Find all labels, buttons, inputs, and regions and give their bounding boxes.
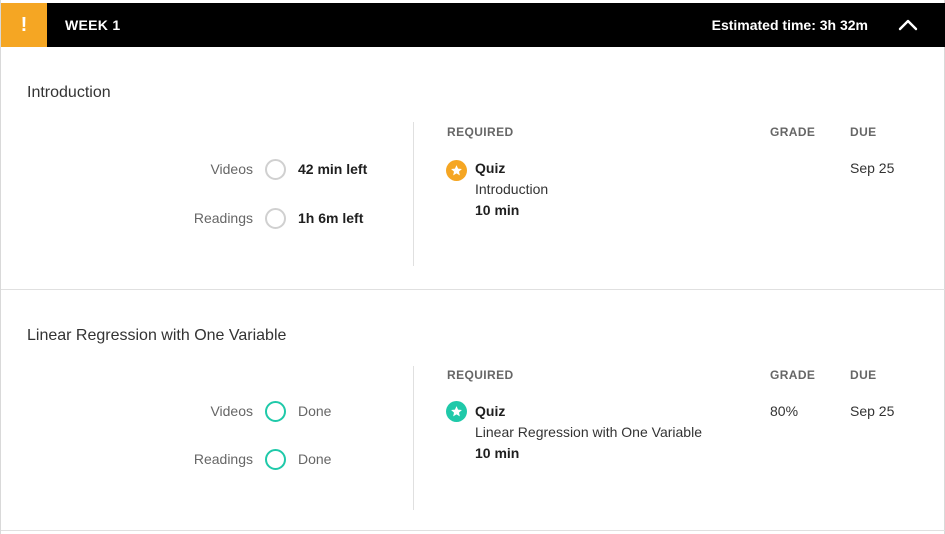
quiz-duration: 10 min: [475, 445, 520, 461]
quiz-link[interactable]: Quiz: [475, 160, 505, 176]
week-title: WEEK 1: [65, 17, 121, 33]
required-header: REQUIRED: [447, 125, 514, 139]
course-week-panel: ! WEEK 1 Estimated time: 3h 32m Introduc…: [0, 0, 945, 534]
module-progress: Videos Done Readings Done: [1, 290, 413, 530]
chevron-up-icon: [898, 19, 918, 31]
column-divider: [413, 366, 414, 510]
due-header: DUE: [850, 368, 877, 382]
progress-readings[interactable]: Readings 1h 6m left: [1, 207, 413, 231]
progress-label: Readings: [193, 210, 253, 226]
progress-videos[interactable]: Videos Done: [1, 400, 413, 424]
progress-readings[interactable]: Readings Done: [1, 448, 413, 472]
progress-circle-icon: [265, 159, 286, 180]
collapse-button[interactable]: [892, 12, 924, 38]
progress-videos[interactable]: Videos 42 min left: [1, 158, 413, 182]
module-linear-regression: Linear Regression with One Variable Vide…: [1, 290, 945, 531]
module-progress: Videos 42 min left Readings 1h 6m left: [1, 47, 413, 289]
required-header: REQUIRED: [447, 368, 514, 382]
quiz-name[interactable]: Introduction: [475, 181, 548, 197]
estimated-time: Estimated time: 3h 32m: [711, 17, 868, 33]
quiz-duration: 10 min: [475, 202, 520, 218]
quiz-link[interactable]: Quiz: [475, 403, 505, 419]
progress-label: Readings: [193, 451, 253, 467]
due-header: DUE: [850, 125, 877, 139]
progress-status: 42 min left: [298, 161, 368, 177]
grade-header: GRADE: [770, 125, 816, 139]
module-introduction: Introduction Videos 42 min left Readings…: [1, 47, 945, 290]
quiz-due-date: Sep 25: [850, 160, 895, 176]
progress-status: 1h 6m left: [298, 210, 364, 226]
progress-status: Done: [298, 403, 332, 419]
star-badge-icon: [446, 160, 467, 181]
week-header[interactable]: ! WEEK 1 Estimated time: 3h 32m: [1, 3, 945, 47]
progress-status: Done: [298, 451, 332, 467]
column-divider: [413, 122, 414, 266]
progress-circle-icon: [265, 401, 286, 422]
quiz-name[interactable]: Linear Regression with One Variable: [475, 424, 702, 440]
progress-label: Videos: [210, 161, 253, 177]
progress-label: Videos: [210, 403, 253, 419]
progress-circle-icon: [265, 449, 286, 470]
quiz-grade: 80%: [770, 403, 799, 419]
star-badge-icon: [446, 401, 467, 422]
progress-circle-icon: [265, 208, 286, 229]
grade-header: GRADE: [770, 368, 816, 382]
quiz-due-date: Sep 25: [850, 403, 895, 419]
alert-icon: !: [1, 3, 47, 47]
